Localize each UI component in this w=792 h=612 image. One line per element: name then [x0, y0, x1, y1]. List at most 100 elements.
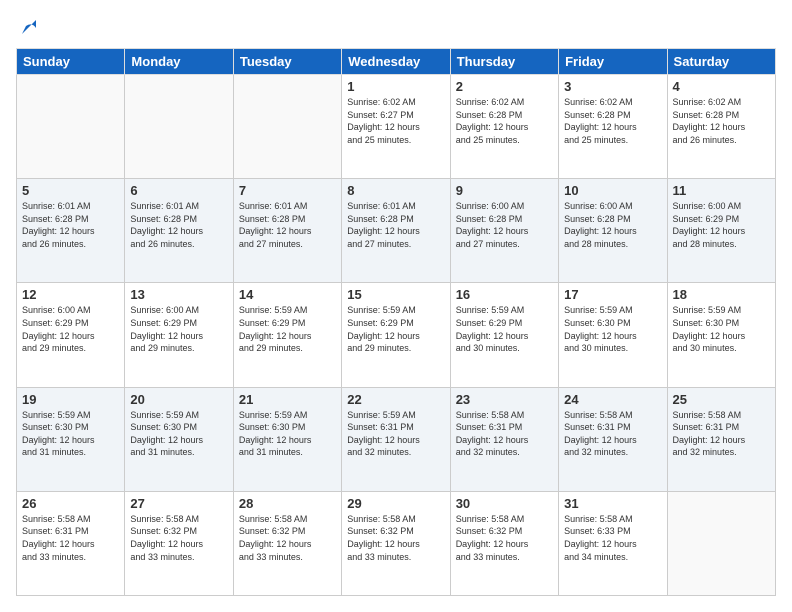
- day-number: 28: [239, 496, 336, 511]
- day-info: Sunrise: 5:59 AM Sunset: 6:30 PM Dayligh…: [22, 409, 119, 459]
- day-number: 31: [564, 496, 661, 511]
- calendar-cell: 29Sunrise: 5:58 AM Sunset: 6:32 PM Dayli…: [342, 491, 450, 595]
- calendar-cell: 19 Sunrise: 5:59 AM Sunset: 6:30 PM Dayli…: [17, 387, 125, 491]
- day-number: 24: [564, 392, 661, 407]
- day-info: Sunrise: 5:58 AM Sunset: 6:31 PM Dayligh…: [564, 409, 661, 459]
- calendar-cell: 3 Sunrise: 6:02 AM Sunset: 6:28 PM Daylig…: [559, 75, 667, 179]
- day-info: Sunrise: 6:01 AM Sunset: 6:28 PM Dayligh…: [239, 200, 336, 250]
- calendar-cell: 14Sunrise: 5:59 AM Sunset: 6:29 PM Dayli…: [233, 283, 341, 387]
- day-info: Sunrise: 5:58 AM Sunset: 6:32 PM Dayligh…: [130, 513, 227, 563]
- day-info: Sunrise: 5:58 AM Sunset: 6:31 PM Dayligh…: [456, 409, 553, 459]
- calendar-cell: 24 Sunrise: 5:58 AM Sunset: 6:31 PM Dayli…: [559, 387, 667, 491]
- calendar-cell: 22 Sunrise: 5:59 AM Sunset: 6:31 PM Dayli…: [342, 387, 450, 491]
- day-number: 17: [564, 287, 661, 302]
- day-info: Sunrise: 6:00 AM Sunset: 6:29 PM Dayligh…: [673, 200, 770, 250]
- calendar-cell: 20 Sunrise: 5:59 AM Sunset: 6:30 PM Dayli…: [125, 387, 233, 491]
- day-info: Sunrise: 5:59 AM Sunset: 6:29 PM Dayligh…: [239, 304, 336, 354]
- calendar-cell: 1Sunrise: 6:02 AM Sunset: 6:27 PM Daylig…: [342, 75, 450, 179]
- logo: [16, 16, 40, 38]
- day-number: 3: [564, 79, 661, 94]
- logo-icon: [18, 16, 40, 38]
- weekday-header-wednesday: Wednesday: [342, 49, 450, 75]
- day-number: 20: [130, 392, 227, 407]
- day-number: 8: [347, 183, 444, 198]
- logo-block: [16, 16, 40, 38]
- calendar-cell: [125, 75, 233, 179]
- calendar-cell: 7 Sunrise: 6:01 AM Sunset: 6:28 PM Daylig…: [233, 179, 341, 283]
- page: SundayMondayTuesdayWednesdayThursdayFrid…: [0, 0, 792, 612]
- header: [16, 16, 776, 38]
- day-info: Sunrise: 5:59 AM Sunset: 6:29 PM Dayligh…: [456, 304, 553, 354]
- weekday-header-sunday: Sunday: [17, 49, 125, 75]
- day-number: 4: [673, 79, 770, 94]
- day-number: 30: [456, 496, 553, 511]
- calendar-cell: 13 Sunrise: 6:00 AM Sunset: 6:29 PM Dayli…: [125, 283, 233, 387]
- day-info: Sunrise: 6:02 AM Sunset: 6:28 PM Dayligh…: [564, 96, 661, 146]
- day-info: Sunrise: 5:59 AM Sunset: 6:30 PM Dayligh…: [673, 304, 770, 354]
- calendar-cell: 23Sunrise: 5:58 AM Sunset: 6:31 PM Dayli…: [450, 387, 558, 491]
- day-info: Sunrise: 5:58 AM Sunset: 6:33 PM Dayligh…: [564, 513, 661, 563]
- day-info: Sunrise: 6:00 AM Sunset: 6:29 PM Dayligh…: [130, 304, 227, 354]
- day-info: Sunrise: 6:02 AM Sunset: 6:28 PM Dayligh…: [456, 96, 553, 146]
- calendar-header-row: SundayMondayTuesdayWednesdayThursdayFrid…: [17, 49, 776, 75]
- day-number: 19: [22, 392, 119, 407]
- day-number: 10: [564, 183, 661, 198]
- day-number: 18: [673, 287, 770, 302]
- day-number: 6: [130, 183, 227, 198]
- day-number: 5: [22, 183, 119, 198]
- calendar-week-5: 26Sunrise: 5:58 AM Sunset: 6:31 PM Dayli…: [17, 491, 776, 595]
- calendar-cell: 2 Sunrise: 6:02 AM Sunset: 6:28 PM Daylig…: [450, 75, 558, 179]
- calendar-cell: [17, 75, 125, 179]
- day-info: Sunrise: 5:59 AM Sunset: 6:30 PM Dayligh…: [239, 409, 336, 459]
- day-info: Sunrise: 5:58 AM Sunset: 6:32 PM Dayligh…: [239, 513, 336, 563]
- day-number: 16: [456, 287, 553, 302]
- calendar-cell: 30Sunrise: 5:58 AM Sunset: 6:32 PM Dayli…: [450, 491, 558, 595]
- calendar-cell: 4 Sunrise: 6:02 AM Sunset: 6:28 PM Daylig…: [667, 75, 775, 179]
- day-info: Sunrise: 6:02 AM Sunset: 6:28 PM Dayligh…: [673, 96, 770, 146]
- calendar-cell: 26Sunrise: 5:58 AM Sunset: 6:31 PM Dayli…: [17, 491, 125, 595]
- calendar-week-2: 5 Sunrise: 6:01 AM Sunset: 6:28 PM Daylig…: [17, 179, 776, 283]
- calendar-cell: 21 Sunrise: 5:59 AM Sunset: 6:30 PM Dayli…: [233, 387, 341, 491]
- day-number: 2: [456, 79, 553, 94]
- weekday-header-saturday: Saturday: [667, 49, 775, 75]
- day-info: Sunrise: 5:58 AM Sunset: 6:31 PM Dayligh…: [22, 513, 119, 563]
- day-number: 13: [130, 287, 227, 302]
- day-info: Sunrise: 5:58 AM Sunset: 6:31 PM Dayligh…: [673, 409, 770, 459]
- calendar-cell: 16 Sunrise: 5:59 AM Sunset: 6:29 PM Dayli…: [450, 283, 558, 387]
- day-info: Sunrise: 6:00 AM Sunset: 6:28 PM Dayligh…: [456, 200, 553, 250]
- day-number: 9: [456, 183, 553, 198]
- day-number: 11: [673, 183, 770, 198]
- calendar-cell: [667, 491, 775, 595]
- day-number: 7: [239, 183, 336, 198]
- calendar-cell: 28 Sunrise: 5:58 AM Sunset: 6:32 PM Dayli…: [233, 491, 341, 595]
- day-info: Sunrise: 5:59 AM Sunset: 6:31 PM Dayligh…: [347, 409, 444, 459]
- calendar-week-1: 1Sunrise: 6:02 AM Sunset: 6:27 PM Daylig…: [17, 75, 776, 179]
- day-info: Sunrise: 6:00 AM Sunset: 6:28 PM Dayligh…: [564, 200, 661, 250]
- weekday-header-friday: Friday: [559, 49, 667, 75]
- day-number: 22: [347, 392, 444, 407]
- calendar-cell: 12Sunrise: 6:00 AM Sunset: 6:29 PM Dayli…: [17, 283, 125, 387]
- calendar-cell: 10 Sunrise: 6:00 AM Sunset: 6:28 PM Dayli…: [559, 179, 667, 283]
- calendar-cell: 5Sunrise: 6:01 AM Sunset: 6:28 PM Daylig…: [17, 179, 125, 283]
- calendar-cell: 25 Sunrise: 5:58 AM Sunset: 6:31 PM Dayli…: [667, 387, 775, 491]
- calendar-week-4: 19 Sunrise: 5:59 AM Sunset: 6:30 PM Dayli…: [17, 387, 776, 491]
- day-info: Sunrise: 6:02 AM Sunset: 6:27 PM Dayligh…: [347, 96, 444, 146]
- calendar-cell: 31 Sunrise: 5:58 AM Sunset: 6:33 PM Dayli…: [559, 491, 667, 595]
- calendar-table: SundayMondayTuesdayWednesdayThursdayFrid…: [16, 48, 776, 596]
- weekday-header-tuesday: Tuesday: [233, 49, 341, 75]
- day-number: 21: [239, 392, 336, 407]
- calendar-cell: 6Sunrise: 6:01 AM Sunset: 6:28 PM Daylig…: [125, 179, 233, 283]
- day-number: 25: [673, 392, 770, 407]
- day-number: 12: [22, 287, 119, 302]
- calendar-cell: [233, 75, 341, 179]
- day-info: Sunrise: 5:59 AM Sunset: 6:30 PM Dayligh…: [564, 304, 661, 354]
- weekday-header-monday: Monday: [125, 49, 233, 75]
- calendar-cell: 11 Sunrise: 6:00 AM Sunset: 6:29 PM Dayli…: [667, 179, 775, 283]
- day-number: 29: [347, 496, 444, 511]
- calendar-cell: 18 Sunrise: 5:59 AM Sunset: 6:30 PM Dayli…: [667, 283, 775, 387]
- day-info: Sunrise: 5:59 AM Sunset: 6:29 PM Dayligh…: [347, 304, 444, 354]
- day-info: Sunrise: 5:59 AM Sunset: 6:30 PM Dayligh…: [130, 409, 227, 459]
- calendar-week-3: 12 Sunrise: 6:00 AM Sunset: 6:29 PM Dayli…: [17, 283, 776, 387]
- weekday-header-thursday: Thursday: [450, 49, 558, 75]
- calendar-cell: 8Sunrise: 6:01 AM Sunset: 6:28 PM Daylig…: [342, 179, 450, 283]
